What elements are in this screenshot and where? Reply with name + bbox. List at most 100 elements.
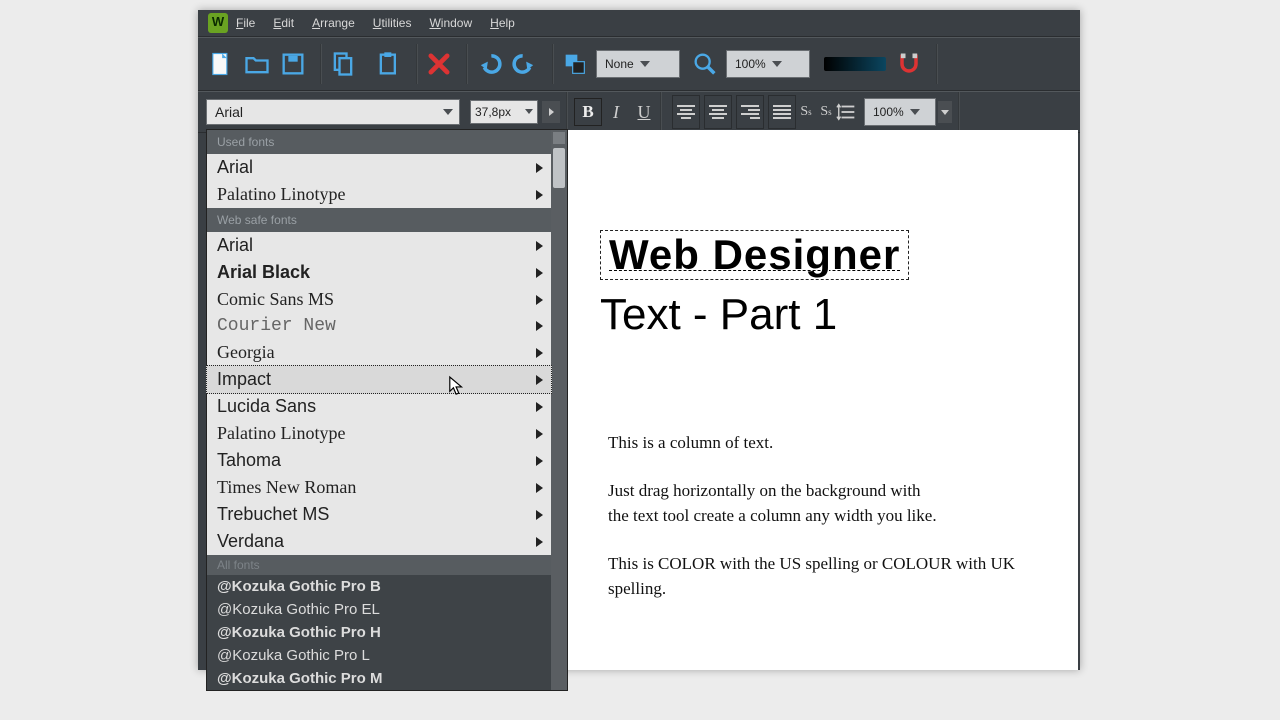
- snap-dropdown[interactable]: None: [596, 50, 680, 78]
- submenu-arrow-icon: [536, 483, 543, 493]
- font-item[interactable]: @Kozuka Gothic Pro M: [207, 667, 551, 690]
- font-size-dropdown[interactable]: 37,8px: [470, 100, 538, 124]
- menu-arrange[interactable]: Arrange: [312, 16, 355, 30]
- dropdown-scrollbar[interactable]: [551, 130, 567, 690]
- line-spacing-icon[interactable]: [836, 93, 858, 131]
- menubar: W File Edit Arrange Utilities Window Hel…: [198, 10, 1080, 37]
- paragraph[interactable]: This is a column of text.: [608, 430, 1018, 456]
- submenu-arrow-icon: [536, 429, 543, 439]
- subtitle-text[interactable]: Text - Part 1: [600, 290, 837, 340]
- app-window: W File Edit Arrange Utilities Window Hel…: [198, 10, 1080, 670]
- submenu-arrow-icon: [536, 456, 543, 466]
- triangle-down-icon: [941, 110, 949, 115]
- font-item[interactable]: Arial: [207, 232, 551, 259]
- chevron-down-icon: [525, 109, 533, 114]
- align-center-button[interactable]: [704, 95, 732, 129]
- font-item[interactable]: Courier New: [207, 313, 551, 339]
- redo-icon[interactable]: [510, 45, 540, 83]
- save-icon[interactable]: [278, 45, 308, 83]
- new-file-icon[interactable]: [206, 45, 236, 83]
- scroll-up-icon[interactable]: [553, 132, 565, 144]
- triangle-right-icon: [549, 108, 554, 116]
- undo-icon[interactable]: [474, 45, 504, 83]
- snap-value: None: [605, 57, 634, 71]
- italic-button[interactable]: I: [602, 97, 630, 127]
- document-canvas[interactable]: Web Designer Text - Part 1 This is a col…: [568, 130, 1078, 670]
- submenu-arrow-icon: [536, 537, 543, 547]
- font-item-hovered[interactable]: Impact: [206, 365, 552, 394]
- submenu-arrow-icon: [536, 375, 543, 385]
- underline-button[interactable]: U: [630, 97, 658, 127]
- paste-icon[interactable]: [374, 45, 404, 83]
- paragraph[interactable]: Just drag horizontally on the background…: [608, 478, 1018, 529]
- submenu-arrow-icon: [536, 190, 543, 200]
- size-step-button[interactable]: [542, 101, 560, 123]
- menu-edit[interactable]: Edit: [273, 16, 294, 30]
- submenu-arrow-icon: [536, 295, 543, 305]
- font-item[interactable]: Times New Roman: [207, 474, 551, 501]
- font-size-value: 37,8px: [475, 105, 511, 119]
- copy-icon[interactable]: [328, 45, 358, 83]
- font-dropdown-panel[interactable]: Used fonts Arial Palatino Linotype Web s…: [206, 129, 568, 691]
- align-justify-button[interactable]: [768, 95, 796, 129]
- superscript-button[interactable]: Ss: [796, 97, 816, 127]
- menu-window[interactable]: Window: [429, 16, 472, 30]
- font-item[interactable]: Palatino Linotype: [207, 420, 551, 447]
- submenu-arrow-icon: [536, 348, 543, 358]
- font-item[interactable]: Tahoma: [207, 447, 551, 474]
- selected-text-frame[interactable]: Web Designer: [600, 230, 909, 280]
- delete-icon[interactable]: [424, 45, 454, 83]
- menu-file[interactable]: File: [236, 16, 255, 30]
- font-item[interactable]: Georgia: [207, 339, 551, 366]
- submenu-arrow-icon: [536, 321, 543, 331]
- font-group-websafe: Web safe fonts: [207, 208, 567, 232]
- font-item[interactable]: Arial Black: [207, 259, 551, 286]
- font-item[interactable]: Comic Sans MS: [207, 286, 551, 313]
- subscript-button[interactable]: Ss: [816, 97, 836, 127]
- app-logo-icon: W: [208, 13, 228, 33]
- font-item[interactable]: @Kozuka Gothic Pro EL: [207, 598, 551, 621]
- font-group-all: All fonts: [207, 555, 567, 575]
- magnet-icon[interactable]: [894, 45, 924, 83]
- font-item[interactable]: Trebuchet MS: [207, 501, 551, 528]
- color-bar-icon[interactable]: [824, 57, 886, 71]
- submenu-arrow-icon: [536, 402, 543, 412]
- line-spacing-dropdown[interactable]: 100%: [864, 98, 936, 126]
- font-item[interactable]: @Kozuka Gothic Pro B: [207, 575, 551, 598]
- chevron-down-icon: [910, 109, 920, 115]
- open-icon[interactable]: [242, 45, 272, 83]
- zoom-tool-icon[interactable]: [690, 45, 720, 83]
- paragraph[interactable]: This is COLOR with the US spelling or CO…: [608, 551, 1018, 602]
- menu-utilities[interactable]: Utilities: [373, 16, 412, 30]
- font-item[interactable]: Lucida Sans: [207, 393, 551, 420]
- body-text-column[interactable]: This is a column of text. Just drag hori…: [608, 430, 1018, 624]
- align-left-button[interactable]: [672, 95, 700, 129]
- spacing-menu-button[interactable]: [938, 101, 952, 123]
- font-item[interactable]: Arial: [207, 154, 551, 181]
- font-group-used: Used fonts: [207, 130, 567, 154]
- submenu-arrow-icon: [536, 241, 543, 251]
- zoom-value: 100%: [735, 57, 766, 71]
- chevron-down-icon: [443, 109, 453, 115]
- main-toolbar: None 100%: [198, 37, 1080, 91]
- text-toolbar: Arial 37,8px B I U Ss Ss 100%: [198, 91, 1080, 133]
- chevron-down-icon: [772, 61, 782, 67]
- arrange-icon[interactable]: [560, 45, 590, 83]
- line-spacing-value: 100%: [873, 105, 904, 119]
- submenu-arrow-icon: [536, 163, 543, 173]
- align-right-button[interactable]: [736, 95, 764, 129]
- font-item[interactable]: Verdana: [207, 528, 551, 555]
- font-item[interactable]: @Kozuka Gothic Pro H: [207, 621, 551, 644]
- zoom-dropdown[interactable]: 100%: [726, 50, 810, 78]
- scroll-thumb[interactable]: [553, 148, 565, 188]
- chevron-down-icon: [640, 61, 650, 67]
- font-item[interactable]: Palatino Linotype: [207, 181, 551, 208]
- font-item[interactable]: @Kozuka Gothic Pro L: [207, 644, 551, 667]
- submenu-arrow-icon: [536, 268, 543, 278]
- bold-button[interactable]: B: [574, 98, 602, 126]
- heading-text[interactable]: Web Designer: [609, 231, 900, 279]
- menu-help[interactable]: Help: [490, 16, 515, 30]
- submenu-arrow-icon: [536, 510, 543, 520]
- font-family-dropdown[interactable]: Arial: [206, 99, 460, 125]
- font-family-value: Arial: [215, 104, 243, 120]
